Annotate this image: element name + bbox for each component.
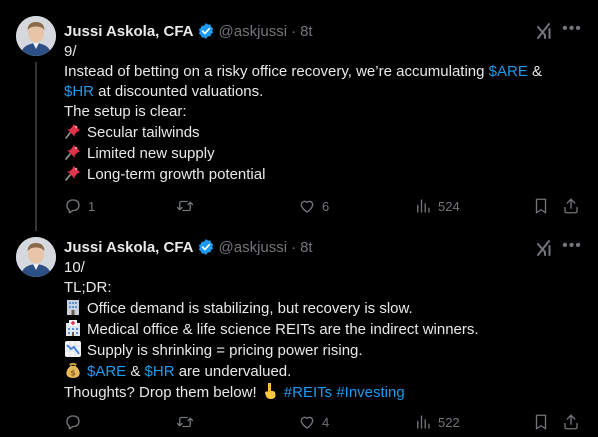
tweet-text: 10/TL;DR: Office demand is stabilizing, b… xyxy=(64,258,584,403)
reply-button[interactable] xyxy=(64,412,88,432)
text-line: The setup is clear: xyxy=(64,102,584,122)
tweet-header: Jussi Askola, CFA @askjussi · 8t xyxy=(64,237,313,257)
text-line: Office demand is stabilizing, but recove… xyxy=(64,298,584,319)
text-segment: Thoughts? Drop them below! xyxy=(64,384,261,401)
share-button[interactable] xyxy=(562,412,580,432)
text-line: Supply is shrinking = pricing power risi… xyxy=(64,340,584,361)
text-segment: & xyxy=(126,363,145,380)
analytics-icon xyxy=(417,199,430,213)
moneybag-icon: $ xyxy=(64,361,82,379)
text-line: Thoughts? Drop them below! #REITs #Inves… xyxy=(64,382,584,403)
text-segment: The setup is clear: xyxy=(64,103,187,120)
text-line: Secular tailwinds xyxy=(64,122,584,143)
heart-icon xyxy=(300,200,314,213)
text-segment: Secular tailwinds xyxy=(87,124,200,141)
avatar[interactable] xyxy=(16,237,56,277)
author-name[interactable]: Jussi Askola, CFA xyxy=(64,23,194,40)
like-button[interactable]: 4 xyxy=(298,412,329,432)
more-options-icon[interactable]: ••• xyxy=(562,21,582,42)
tweet-actions: 4 522 xyxy=(64,412,584,432)
bookmark-button[interactable] xyxy=(532,412,550,432)
timestamp[interactable]: 8t xyxy=(300,239,313,256)
hashtag-link[interactable]: #Investing xyxy=(336,384,404,401)
reply-icon xyxy=(66,415,80,430)
text-segment: Office demand is stabilizing, but recove… xyxy=(87,300,413,317)
pushpin-icon xyxy=(64,122,82,140)
author-handle[interactable]: @askjussi xyxy=(219,239,288,256)
like-count: 4 xyxy=(322,414,330,430)
grok-icon[interactable] xyxy=(534,238,554,258)
retweet-icon xyxy=(176,200,194,212)
text-line: Long-term growth potential xyxy=(64,164,584,185)
text-segment: Long-term growth potential xyxy=(87,166,266,183)
text-segment: 9/ xyxy=(64,43,77,60)
text-segment: at discounted valuations. xyxy=(94,83,264,100)
point-down-icon xyxy=(261,382,279,400)
text-line: 9/ xyxy=(64,42,584,62)
like-button[interactable]: 6 xyxy=(298,196,329,216)
views-button[interactable]: 522 xyxy=(414,412,460,432)
reply-icon xyxy=(66,199,80,214)
text-segment: Medical office & life science REITs are … xyxy=(87,321,479,338)
thread-line xyxy=(35,62,37,231)
retweet-icon xyxy=(176,416,194,428)
separator-dot: · xyxy=(291,238,297,256)
text-line: $HR at discounted valuations. xyxy=(64,82,584,102)
bookmark-icon xyxy=(535,198,547,214)
text-segment: Supply is shrinking = pricing power risi… xyxy=(87,342,363,359)
share-icon xyxy=(564,198,578,214)
pushpin-icon xyxy=(64,164,82,182)
svg-text:$: $ xyxy=(70,369,76,378)
grok-icon[interactable] xyxy=(534,21,554,41)
like-count: 6 xyxy=(322,198,330,214)
text-line: TL;DR: xyxy=(64,278,584,298)
view-count: 524 xyxy=(438,198,460,214)
text-line: 10/ xyxy=(64,258,584,278)
retweet-button[interactable] xyxy=(176,196,200,216)
pushpin-icon xyxy=(64,143,82,161)
share-button[interactable] xyxy=(562,196,580,216)
chart-down-icon xyxy=(64,340,82,358)
verified-badge-icon xyxy=(197,238,215,256)
cashtag-link[interactable]: $HR xyxy=(64,83,94,100)
timestamp[interactable]: 8t xyxy=(300,23,313,40)
author-name[interactable]: Jussi Askola, CFA xyxy=(64,239,194,256)
heart-icon xyxy=(300,416,314,429)
text-segment: Limited new supply xyxy=(87,145,215,162)
retweet-button[interactable] xyxy=(176,412,200,432)
text-segment: are undervalued. xyxy=(174,363,292,380)
text-line: Medical office & life science REITs are … xyxy=(64,319,584,340)
tweet-actions: 1 6 524 xyxy=(64,196,584,216)
author-handle[interactable]: @askjussi xyxy=(219,23,288,40)
text-segment: & xyxy=(527,63,543,80)
avatar[interactable] xyxy=(16,16,56,56)
analytics-icon xyxy=(417,415,430,429)
text-line: Instead of betting on a risky office rec… xyxy=(64,62,584,82)
text-segment: Instead of betting on a risky office rec… xyxy=(64,63,489,80)
view-count: 522 xyxy=(438,414,460,430)
text-line: Limited new supply xyxy=(64,143,584,164)
views-button[interactable]: 524 xyxy=(414,196,460,216)
reply-count: 1 xyxy=(88,198,96,214)
text-segment: 10/ xyxy=(64,259,85,276)
tweet-header: Jussi Askola, CFA @askjussi · 8t xyxy=(64,21,313,41)
tweet-text: 9/Instead of betting on a risky office r… xyxy=(64,42,584,185)
tweet-1[interactable]: Jussi Askola, CFA @askjussi · 8t ••• 9/I… xyxy=(0,0,598,231)
text-line: $ $ARE & $HR are undervalued. xyxy=(64,361,584,382)
verified-badge-icon xyxy=(197,22,215,40)
hashtag-link[interactable]: #REITs xyxy=(284,384,332,401)
hospital-icon xyxy=(64,319,82,337)
text-segment: TL;DR: xyxy=(64,279,112,296)
cashtag-link[interactable]: $ARE xyxy=(489,63,528,80)
office-icon xyxy=(64,298,82,316)
separator-dot: · xyxy=(291,22,297,40)
more-options-icon[interactable]: ••• xyxy=(562,238,582,259)
reply-button[interactable]: 1 xyxy=(64,196,95,216)
bookmark-icon xyxy=(535,414,547,430)
bookmark-button[interactable] xyxy=(532,196,550,216)
cashtag-link[interactable]: $HR xyxy=(145,363,175,380)
tweet-2[interactable]: Jussi Askola, CFA @askjussi · 8t ••• 10/… xyxy=(0,231,598,437)
cashtag-link[interactable]: $ARE xyxy=(87,363,126,380)
share-icon xyxy=(564,414,578,430)
